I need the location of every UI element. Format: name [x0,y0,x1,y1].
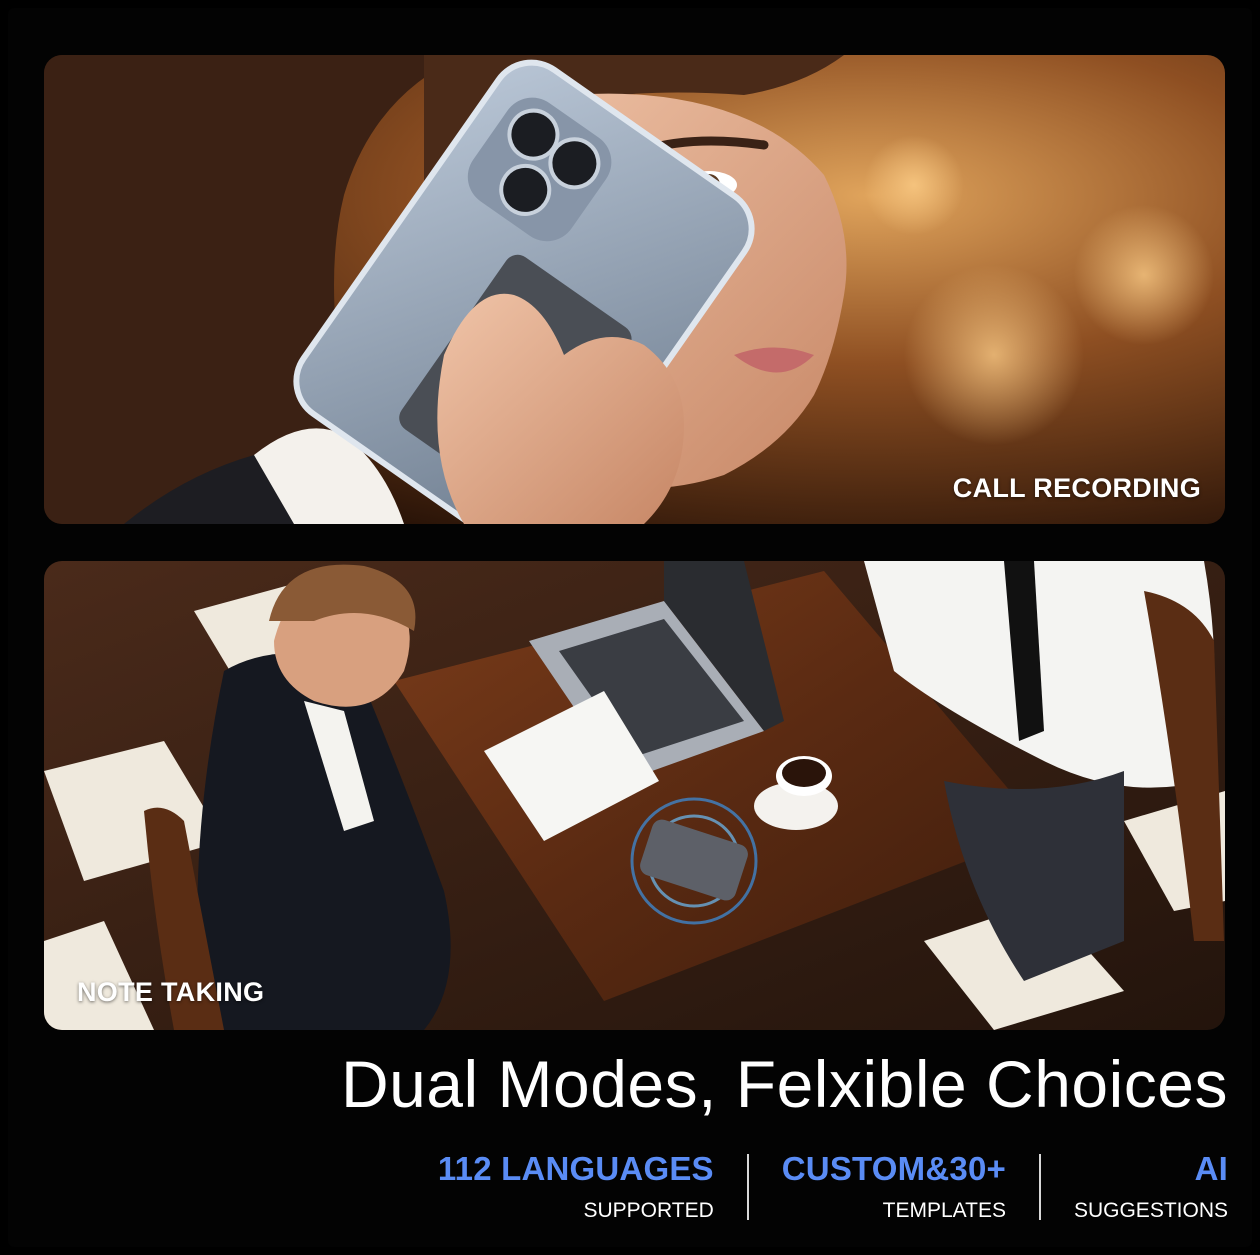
note-taking-photo: NOTE TAKING [44,561,1225,1030]
stat-value: 112 LANGUAGES [437,1150,714,1187]
stat-divider [1038,1154,1041,1220]
stat-value: CUSTOM&30+ [781,1150,1006,1187]
stat-languages: 112 LANGUAGES SUPPORTED [438,1150,714,1225]
note-taking-illustration [44,561,1225,1030]
stat-ai: AI SUGGESTIONS [1074,1150,1228,1225]
stat-value: AI [1194,1150,1228,1187]
call-recording-illustration [44,55,1225,524]
stat-subtitle: SUPPORTED [583,1199,714,1222]
stat-divider [746,1154,749,1220]
stat-subtitle: TEMPLATES [882,1199,1006,1222]
call-recording-label: CALL RECORDING [952,473,1201,503]
feature-stats: 112 LANGUAGES SUPPORTED CUSTOM&30+ TEMPL… [438,1150,1228,1225]
stat-subtitle: SUGGESTIONS [1073,1199,1228,1222]
note-taking-label: NOTE TAKING [77,977,265,1007]
call-recording-photo: CALL RECORDING [44,55,1225,524]
stat-templates: CUSTOM&30+ TEMPLATES [782,1150,1006,1225]
headline: Dual Modes, Felxible Choices [340,1047,1228,1121]
